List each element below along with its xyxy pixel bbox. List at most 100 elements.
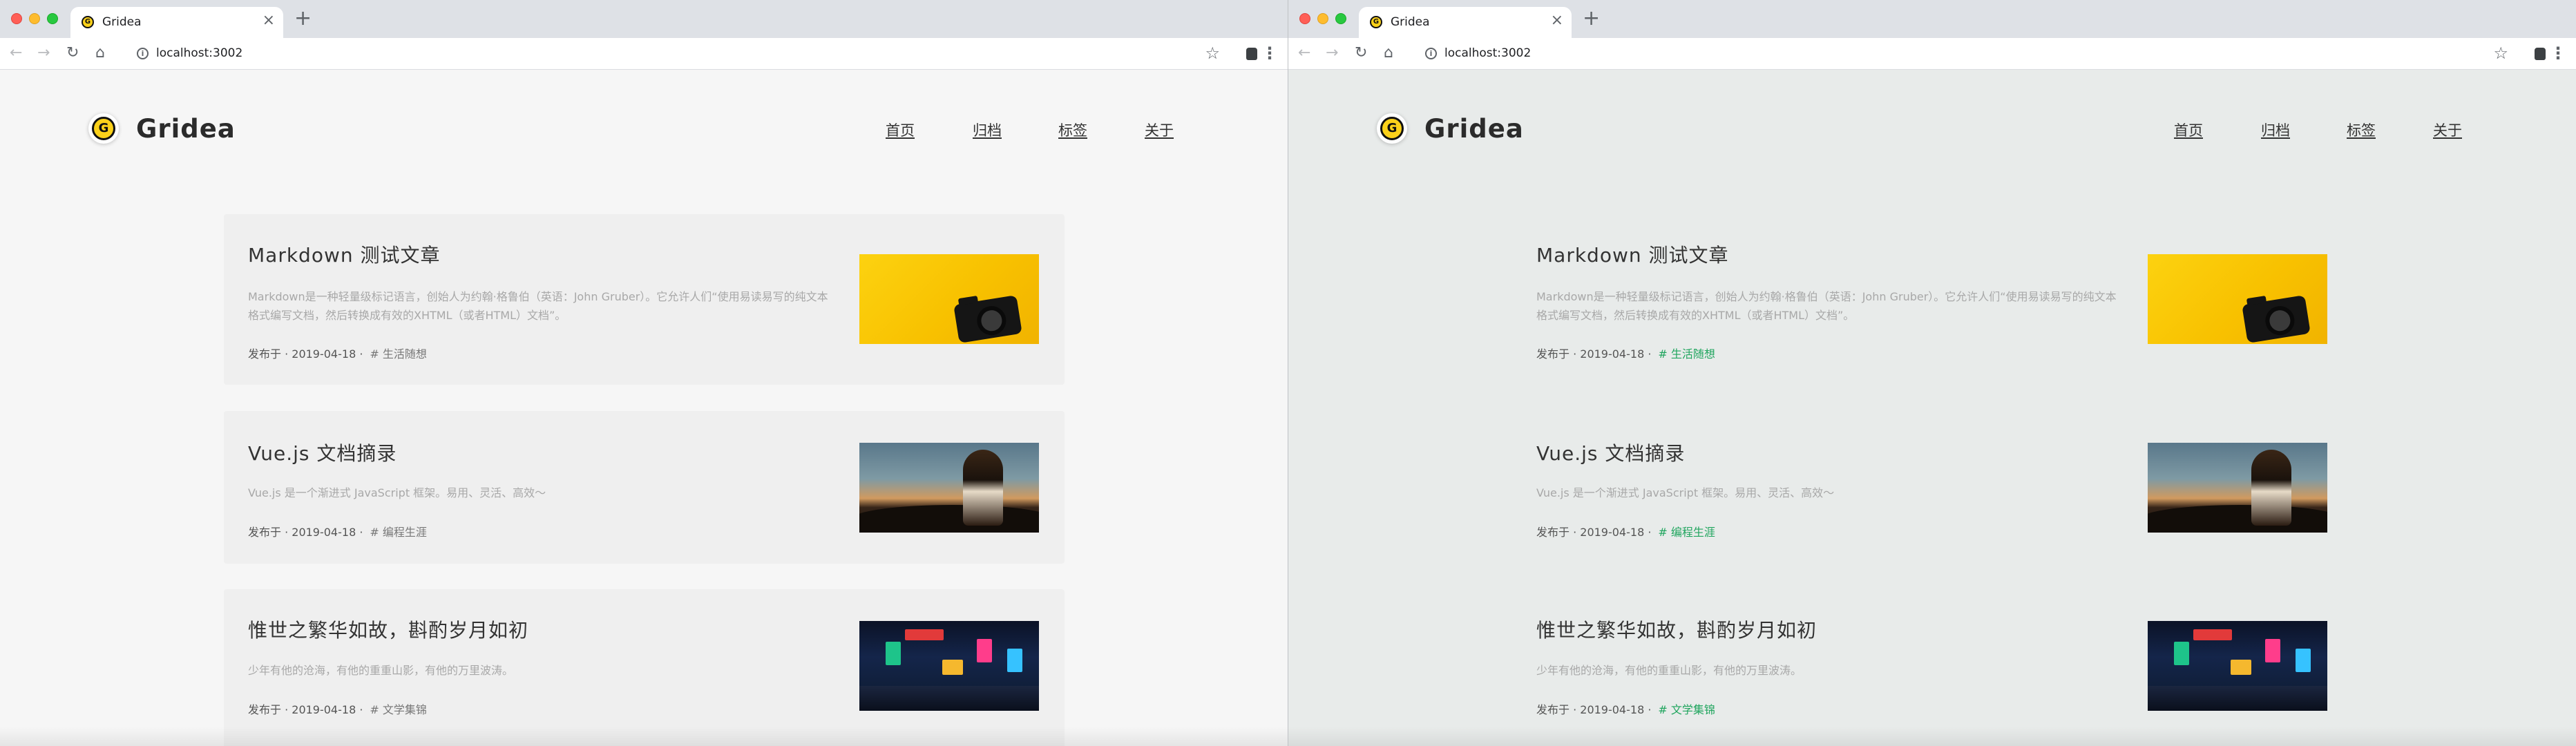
tab-title: Gridea bbox=[102, 15, 142, 29]
post-feature-image[interactable] bbox=[859, 621, 1039, 711]
post-feature-image[interactable] bbox=[2148, 621, 2327, 711]
post-date: 发布于 · 2019-04-18 · bbox=[248, 526, 363, 539]
post-card[interactable]: Markdown 测试文章 Markdown是一种轻量级标记语言，创始人为约翰·… bbox=[1512, 214, 2353, 385]
post-card[interactable]: Markdown 测试文章 Markdown是一种轻量级标记语言，创始人为约翰·… bbox=[224, 214, 1065, 385]
post-title[interactable]: Markdown 测试文章 bbox=[248, 240, 441, 268]
minimize-window-button[interactable] bbox=[1317, 13, 1328, 24]
post-meta: 发布于 · 2019-04-18 · # 编程生涯 bbox=[1536, 523, 1715, 539]
site-logo[interactable]: G bbox=[1377, 113, 1407, 144]
back-arrow-icon[interactable]: ← bbox=[10, 44, 22, 63]
post-tag-link[interactable]: # 编程生涯 bbox=[370, 526, 427, 539]
extension-icon[interactable] bbox=[2535, 48, 2546, 60]
new-tab-button[interactable]: + bbox=[1583, 8, 1600, 29]
favicon-icon: G bbox=[82, 16, 94, 28]
close-window-button[interactable] bbox=[1299, 13, 1310, 24]
camera-icon bbox=[953, 295, 1022, 343]
browser-window-right: G Gridea × + ← → ↻ ⌂ i localhost:3002 ☆ … bbox=[1288, 0, 2576, 746]
star-icon[interactable]: ☆ bbox=[2493, 44, 2508, 63]
info-icon[interactable]: i bbox=[137, 48, 149, 59]
post-abstract: 少年有他的沧海，有他的重重山影，有他的万里波涛。 bbox=[248, 664, 514, 677]
post-meta: 发布于 · 2019-04-18 · # 生活随想 bbox=[248, 345, 427, 361]
post-title[interactable]: Vue.js 文档摘录 bbox=[248, 439, 397, 466]
menu-home-link[interactable]: 首页 bbox=[886, 119, 915, 140]
post-feature-image[interactable] bbox=[2148, 254, 2327, 344]
post-card[interactable]: Vue.js 文档摘录 Vue.js 是一个渐进式 JavaScript 框架。… bbox=[224, 411, 1065, 564]
site-logo[interactable]: G bbox=[88, 113, 119, 144]
post-meta: 发布于 · 2019-04-18 · # 编程生涯 bbox=[248, 523, 427, 539]
extension-icon[interactable] bbox=[1246, 48, 1257, 60]
home-icon[interactable]: ⌂ bbox=[1384, 44, 1393, 63]
post-card[interactable]: Vue.js 文档摘录 Vue.js 是一个渐进式 JavaScript 框架。… bbox=[1512, 411, 2353, 564]
tab-title: Gridea bbox=[1391, 15, 1430, 29]
address-bar[interactable]: i localhost:3002 ☆ bbox=[130, 41, 1239, 66]
close-window-button[interactable] bbox=[11, 13, 22, 24]
post-feature-image[interactable] bbox=[859, 254, 1039, 344]
tab-close-icon[interactable]: × bbox=[263, 13, 275, 28]
menu-archive-link[interactable]: 归档 bbox=[2261, 119, 2290, 140]
post-tag-link[interactable]: # 文学集锦 bbox=[1658, 703, 1715, 716]
camera-icon bbox=[2242, 295, 2311, 343]
star-icon[interactable]: ☆ bbox=[1205, 44, 1220, 63]
post-abstract: Markdown是一种轻量级标记语言，创始人为约翰·格鲁伯（英语：John Gr… bbox=[248, 290, 828, 322]
forward-arrow-icon[interactable]: → bbox=[1326, 44, 1338, 63]
post-tag-link[interactable]: # 编程生涯 bbox=[1658, 526, 1715, 539]
post-date: 发布于 · 2019-04-18 · bbox=[248, 347, 363, 361]
forward-arrow-icon[interactable]: → bbox=[37, 44, 50, 63]
menu-tags-link[interactable]: 标签 bbox=[1058, 119, 1087, 140]
post-date: 发布于 · 2019-04-18 · bbox=[248, 703, 363, 716]
post-title[interactable]: 惟世之繁华如故，斟酌岁月如初 bbox=[1536, 615, 1817, 643]
post-feature-image[interactable] bbox=[859, 443, 1039, 533]
url-text[interactable]: localhost:3002 bbox=[156, 46, 242, 60]
post-meta: 发布于 · 2019-04-18 · # 生活随想 bbox=[1536, 345, 1715, 361]
post-title[interactable]: 惟世之繁华如故，斟酌岁月如初 bbox=[248, 615, 528, 643]
browser-tab[interactable]: G Gridea × bbox=[70, 7, 283, 38]
minimize-window-button[interactable] bbox=[29, 13, 40, 24]
url-text[interactable]: localhost:3002 bbox=[1444, 46, 1531, 60]
post-meta: 发布于 · 2019-04-18 · # 文学集锦 bbox=[248, 700, 427, 717]
post-tag-link[interactable]: # 生活随想 bbox=[1658, 347, 1715, 361]
browser-window-left: G Gridea × + ← → ↻ ⌂ i localhost:3002 ☆ … bbox=[0, 0, 1288, 746]
post-abstract: 少年有他的沧海，有他的重重山影，有他的万里波涛。 bbox=[1536, 664, 1802, 677]
tab-close-icon[interactable]: × bbox=[1551, 13, 1563, 28]
maximize-window-button[interactable] bbox=[47, 13, 58, 24]
post-title[interactable]: Markdown 测试文章 bbox=[1536, 240, 1729, 268]
address-bar[interactable]: i localhost:3002 ☆ bbox=[1418, 41, 2528, 66]
menu-about-link[interactable]: 关于 bbox=[1145, 119, 1174, 140]
menu-about-link[interactable]: 关于 bbox=[2433, 119, 2462, 140]
post-date: 发布于 · 2019-04-18 · bbox=[1536, 703, 1652, 716]
post-abstract: Vue.js 是一个渐进式 JavaScript 框架。易用、灵活、高效～ bbox=[1536, 486, 1835, 499]
post-tag-link[interactable]: # 生活随想 bbox=[370, 347, 427, 361]
menu-dots-icon[interactable]: ⋮ bbox=[1261, 44, 1278, 62]
person-silhouette bbox=[963, 450, 1003, 526]
post-card[interactable]: 惟世之繁华如故，斟酌岁月如初 少年有他的沧海，有他的重重山影，有他的万里波涛。 … bbox=[224, 589, 1065, 746]
info-icon[interactable]: i bbox=[1425, 48, 1437, 59]
post-date: 发布于 · 2019-04-18 · bbox=[1536, 526, 1652, 539]
tab-strip: G Gridea × + bbox=[0, 0, 1288, 38]
page-viewport: G Gridea 首页 归档 标签 关于 Markdown 测试文章 Markd… bbox=[1288, 70, 2576, 746]
favicon-icon: G bbox=[1370, 16, 1382, 28]
post-date: 发布于 · 2019-04-18 · bbox=[1536, 347, 1652, 361]
home-icon[interactable]: ⌂ bbox=[95, 44, 105, 63]
back-arrow-icon[interactable]: ← bbox=[1298, 44, 1310, 63]
browser-toolbar: ← → ↻ ⌂ i localhost:3002 ☆ ⋮ bbox=[1288, 38, 2576, 70]
browser-tab[interactable]: G Gridea × bbox=[1359, 7, 1572, 38]
menu-dots-icon[interactable]: ⋮ bbox=[2550, 44, 2566, 62]
new-tab-button[interactable]: + bbox=[294, 8, 312, 29]
reload-icon[interactable]: ↻ bbox=[1355, 44, 1367, 63]
logo-g-icon: G bbox=[1380, 117, 1404, 140]
menu-tags-link[interactable]: 标签 bbox=[2347, 119, 2376, 140]
bottom-fade bbox=[0, 727, 1288, 746]
post-tag-link[interactable]: # 文学集锦 bbox=[370, 703, 427, 716]
menu-archive-link[interactable]: 归档 bbox=[973, 119, 1002, 140]
person-silhouette bbox=[2251, 450, 2291, 526]
site-title[interactable]: Gridea bbox=[1424, 114, 1524, 144]
menu-home-link[interactable]: 首页 bbox=[2174, 119, 2203, 140]
post-card[interactable]: 惟世之繁华如故，斟酌岁月如初 少年有他的沧海，有他的重重山影，有他的万里波涛。 … bbox=[1512, 589, 2353, 746]
site-title[interactable]: Gridea bbox=[136, 114, 236, 144]
post-abstract: Markdown是一种轻量级标记语言，创始人为约翰·格鲁伯（英语：John Gr… bbox=[1536, 290, 2117, 322]
reload-icon[interactable]: ↻ bbox=[66, 44, 79, 63]
maximize-window-button[interactable] bbox=[1335, 13, 1346, 24]
post-title[interactable]: Vue.js 文档摘录 bbox=[1536, 439, 1685, 466]
post-abstract: Vue.js 是一个渐进式 JavaScript 框架。易用、灵活、高效～ bbox=[248, 486, 546, 499]
post-feature-image[interactable] bbox=[2148, 443, 2327, 533]
